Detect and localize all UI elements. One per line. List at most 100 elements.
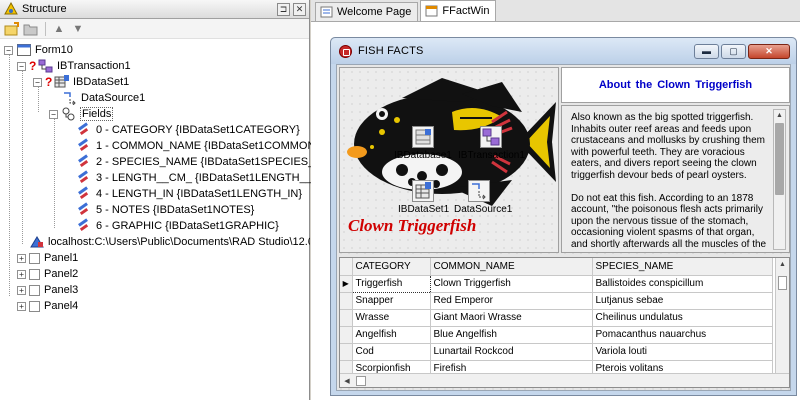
grid-column-header[interactable]: COMMON_NAME <box>430 258 593 276</box>
grid-cell[interactable]: Cheilinus undulatus <box>592 309 773 327</box>
grid-cell[interactable]: Blue Angelfish <box>430 326 593 344</box>
tree-node-form[interactable]: − Form10 <box>4 42 73 58</box>
grid-cell[interactable]: Ballistoides conspicillum <box>592 275 773 293</box>
grid-vertical-scrollbar[interactable]: ▲ <box>775 258 789 373</box>
notes-scrollbar[interactable]: ▲ <box>773 109 786 250</box>
expand-toggle[interactable]: + <box>17 253 26 263</box>
tree-node-panel2[interactable]: + Panel2 <box>17 266 78 282</box>
close-button[interactable]: ✕ <box>748 43 790 59</box>
field-icon <box>76 187 92 201</box>
tree-node-dataset[interactable]: − ? IBDataSet1 <box>33 74 129 90</box>
form-title: FISH FACTS <box>358 45 424 57</box>
grid-column-header[interactable]: SPECIES_NAME <box>592 258 773 276</box>
panel2-about[interactable]: About the Clown Triggerfish <box>561 67 790 103</box>
scroll-thumb[interactable] <box>356 375 366 386</box>
datasource-component[interactable]: DataSource1 <box>454 180 512 215</box>
ibdataset-component[interactable]: IBDataSet1 <box>398 180 449 215</box>
grid-cell[interactable]: Giant Maori Wrasse <box>430 309 593 327</box>
expand-toggle[interactable]: + <box>17 285 26 295</box>
collapse-toggle[interactable]: − <box>33 77 42 87</box>
folder-icon[interactable] <box>22 21 40 37</box>
tab-label: Welcome Page <box>337 6 412 18</box>
current-row-indicator: ▶ <box>340 275 353 293</box>
fish-image <box>347 78 556 206</box>
tree-label-panel: Panel3 <box>44 284 79 296</box>
maximize-button[interactable]: ▢ <box>721 43 746 59</box>
table-row[interactable]: Angelfish Blue Angelfish Pomacanthus nau… <box>340 326 773 344</box>
expand-toggle[interactable]: + <box>17 269 26 279</box>
scroll-up-arrow[interactable]: ▲ <box>776 258 789 272</box>
collapse-toggle[interactable]: − <box>49 109 58 119</box>
grid-cell[interactable]: Wrasse <box>352 309 431 327</box>
tree-label-field: 6 - GRAPHIC {IBDataSet1GRAPHIC} <box>96 220 279 232</box>
tree-node-field[interactable]: 3 - LENGTH__CM_ {IBDataSet1LENGTH__CM_} <box>76 170 339 186</box>
grid-cell[interactable]: Lutjanus sebae <box>592 292 773 310</box>
table-row[interactable]: Wrasse Giant Maori Wrasse Cheilinus undu… <box>340 309 773 327</box>
tree-node-field[interactable]: 2 - SPECIES_NAME {IBDataSet1SPECIES_NAME… <box>76 154 350 170</box>
panel-icon <box>29 252 40 264</box>
scroll-up-arrow[interactable]: ▲ <box>774 110 785 122</box>
panel-icon <box>29 284 40 296</box>
tree-node-fields[interactable]: − Fields <box>49 106 114 122</box>
warning-question-icon: ? <box>45 75 53 89</box>
collapse-toggle[interactable]: − <box>17 61 26 71</box>
tree-node-panel3[interactable]: + Panel3 <box>17 282 78 298</box>
pin-button[interactable]: ⊐ <box>277 2 290 16</box>
grid-column-header[interactable]: CATEGORY <box>352 258 431 276</box>
tab-welcome-page[interactable]: Welcome Page <box>315 2 419 21</box>
grid-cell[interactable]: Triggerfish <box>351 274 431 293</box>
fish-data-grid[interactable]: CATEGORY COMMON_NAME SPECIES_NAME ▶ Trig… <box>339 257 790 388</box>
scroll-left-arrow[interactable]: ◀ <box>340 377 354 385</box>
grid-cell[interactable]: Snapper <box>352 292 431 310</box>
tree-label-form: Form10 <box>35 44 73 56</box>
grid-cell[interactable]: Clown Triggerfish <box>430 275 593 293</box>
dataset-component-icon <box>412 180 434 202</box>
tree-node-datasource[interactable]: DataSource1 <box>62 90 145 106</box>
field-icon <box>76 155 92 169</box>
database-component-icon <box>412 126 434 148</box>
tree-node-field[interactable]: 0 - CATEGORY {IBDataSet1CATEGORY} <box>76 122 300 138</box>
tree-node-panel4[interactable]: + Panel4 <box>17 298 78 314</box>
panel3-notes[interactable]: Also known as the big spotted triggerfis… <box>561 105 790 253</box>
table-row[interactable]: Cod Lunartail Rockcod Variola louti <box>340 343 773 361</box>
move-down-button[interactable]: ▼ <box>69 21 87 37</box>
scroll-thumb[interactable] <box>778 276 787 290</box>
move-up-button[interactable]: ▲ <box>50 21 68 37</box>
table-row[interactable]: Snapper Red Emperor Lutjanus sebae <box>340 292 773 310</box>
panel1-fish-image[interactable]: IBDatabase1 IBTransaction1 IBDataSet1 Da… <box>339 67 559 253</box>
tree-node-field[interactable]: 4 - LENGTH_IN {IBDataSet1LENGTH_IN} <box>76 186 302 202</box>
tree-node-panel1[interactable]: + Panel1 <box>17 250 78 266</box>
new-item-icon[interactable] <box>3 21 21 37</box>
form-titlebar[interactable]: FISH FACTS ▬ ▢ ✕ <box>331 38 796 64</box>
database-icon <box>29 235 45 249</box>
tree-label-field: 5 - NOTES {IBDataSet1NOTES} <box>96 204 255 216</box>
ibtransaction-component[interactable]: IBTransaction1 <box>458 126 525 161</box>
expand-toggle[interactable]: + <box>17 301 26 311</box>
form-client-area: IBDatabase1 IBTransaction1 IBDataSet1 Da… <box>336 64 791 391</box>
collapse-toggle[interactable]: − <box>4 45 13 55</box>
grid-cell[interactable]: Red Emperor <box>430 292 593 310</box>
grid-cell[interactable]: Pomacanthus nauarchus <box>592 326 773 344</box>
grid-cell[interactable]: Cod <box>352 343 431 361</box>
fish-facts-form[interactable]: FISH FACTS ▬ ▢ ✕ IBDatabase1 IBTransacti… <box>330 37 797 396</box>
tree-node-field[interactable]: 6 - GRAPHIC {IBDataSet1GRAPHIC} <box>76 218 279 234</box>
form-unit-icon <box>425 5 438 17</box>
grid-horizontal-scrollbar[interactable]: ◀ <box>340 373 789 387</box>
tab-ffactwin[interactable]: FFactWin <box>420 0 497 21</box>
tree-label-field: 4 - LENGTH_IN {IBDataSet1LENGTH_IN} <box>96 188 303 200</box>
grid-cell[interactable]: Variola louti <box>592 343 773 361</box>
minimize-button[interactable]: ▬ <box>694 43 719 59</box>
scroll-thumb[interactable] <box>775 123 784 195</box>
table-row[interactable]: ▶ Triggerfish Clown Triggerfish Ballisto… <box>340 274 773 293</box>
datasource-component-icon <box>468 180 490 202</box>
tree-node-field[interactable]: 5 - NOTES {IBDataSet1NOTES} <box>76 202 254 218</box>
tree-node-transaction[interactable]: − ? IBTransaction1 <box>17 58 131 74</box>
tree-node-database[interactable]: localhost:C:\Users\Public\Documents\RAD … <box>29 234 310 250</box>
ibdatabase-component[interactable]: IBDatabase1 <box>394 126 452 161</box>
panel-icon <box>29 300 40 312</box>
grid-table: CATEGORY COMMON_NAME SPECIES_NAME ▶ Trig… <box>340 258 773 378</box>
notes-memo[interactable]: Also known as the big spotted triggerfis… <box>568 110 773 248</box>
grid-cell[interactable]: Angelfish <box>352 326 431 344</box>
grid-cell[interactable]: Lunartail Rockcod <box>430 343 593 361</box>
close-panel-button[interactable]: ✕ <box>293 2 306 16</box>
